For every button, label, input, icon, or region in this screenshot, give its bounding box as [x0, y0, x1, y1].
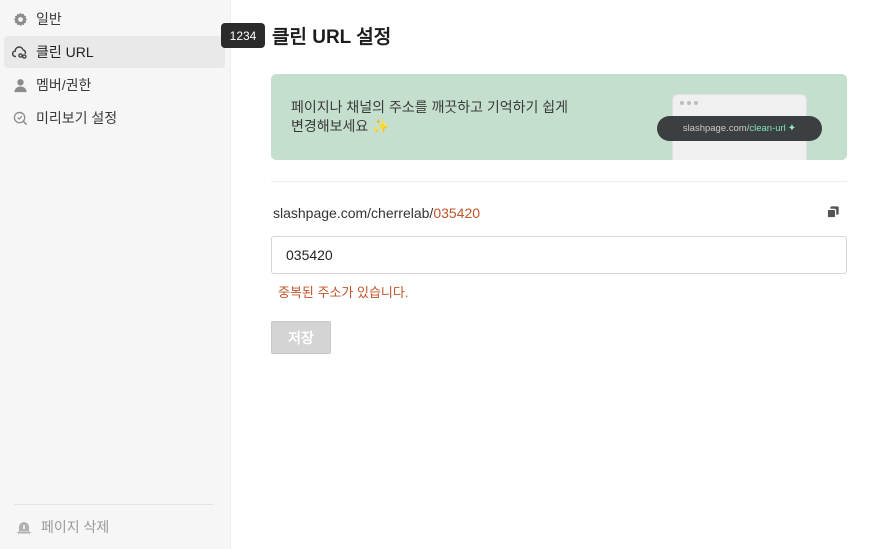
url-preview: slashpage.com/cherrelab/035420 — [273, 205, 480, 221]
sidebar-item-preview-settings[interactable]: 미리보기 설정 — [4, 102, 225, 134]
sidebar-item-label: 클린 URL — [36, 44, 94, 60]
info-banner: 페이지나 채널의 주소를 깨끗하고 기억하기 쉽게 변경해보세요 ✨ slash… — [271, 74, 847, 160]
delete-page-label: 페이지 삭제 — [41, 519, 110, 535]
person-icon — [12, 77, 28, 93]
url-pill-clean: clean-url — [749, 123, 786, 134]
sidebar-item-general[interactable]: 일반 — [4, 3, 225, 35]
star-sparkle-icon: ✦ — [787, 123, 797, 134]
sidebar-item-clean-url[interactable]: 클린 URL — [4, 36, 225, 68]
url-slug: 035420 — [433, 205, 481, 221]
delete-page-button[interactable]: 페이지 삭제 — [10, 512, 109, 542]
url-pill-prefix: slashpage.com/ — [682, 123, 750, 134]
window-dots-icon — [680, 101, 698, 105]
save-button[interactable]: 저장 — [271, 321, 331, 354]
tooltip: 1234 — [221, 23, 265, 48]
cloud-link-icon — [12, 44, 28, 60]
slug-input[interactable] — [271, 236, 847, 274]
copy-button[interactable] — [826, 205, 842, 221]
error-message: 중복된 주소가 있습니다. — [278, 285, 409, 300]
sidebar-item-label: 멤버/권한 — [36, 77, 92, 93]
sidebar-item-members[interactable]: 멤버/권한 — [4, 69, 225, 101]
sidebar-divider — [14, 504, 213, 505]
sparkle-icon: ✨ — [372, 118, 390, 134]
section-divider — [271, 181, 847, 182]
banner-text: 페이지나 채널의 주소를 깨끗하고 기억하기 쉽게 변경해보세요 ✨ — [291, 98, 621, 136]
alarm-bell-icon — [16, 519, 32, 535]
sidebar: 일반 클린 URL 멤버/권한 미리보기 설정 페이지 삭제 — [0, 0, 231, 549]
sidebar-item-label: 미리보기 설정 — [36, 110, 118, 126]
gear-icon — [12, 11, 28, 27]
banner-line-2: 변경해보세요 — [291, 118, 369, 134]
sidebar-item-label: 일반 — [36, 11, 62, 27]
copy-icon — [826, 206, 840, 223]
preview-search-icon — [12, 110, 28, 126]
url-base: slashpage.com/cherrelab/ — [273, 205, 434, 221]
banner-line-1: 페이지나 채널의 주소를 깨끗하고 기억하기 쉽게 — [291, 99, 569, 115]
url-pill: slashpage.com/clean-url ✦ — [657, 116, 822, 141]
page-title: 클린 URL 설정 — [272, 27, 392, 48]
